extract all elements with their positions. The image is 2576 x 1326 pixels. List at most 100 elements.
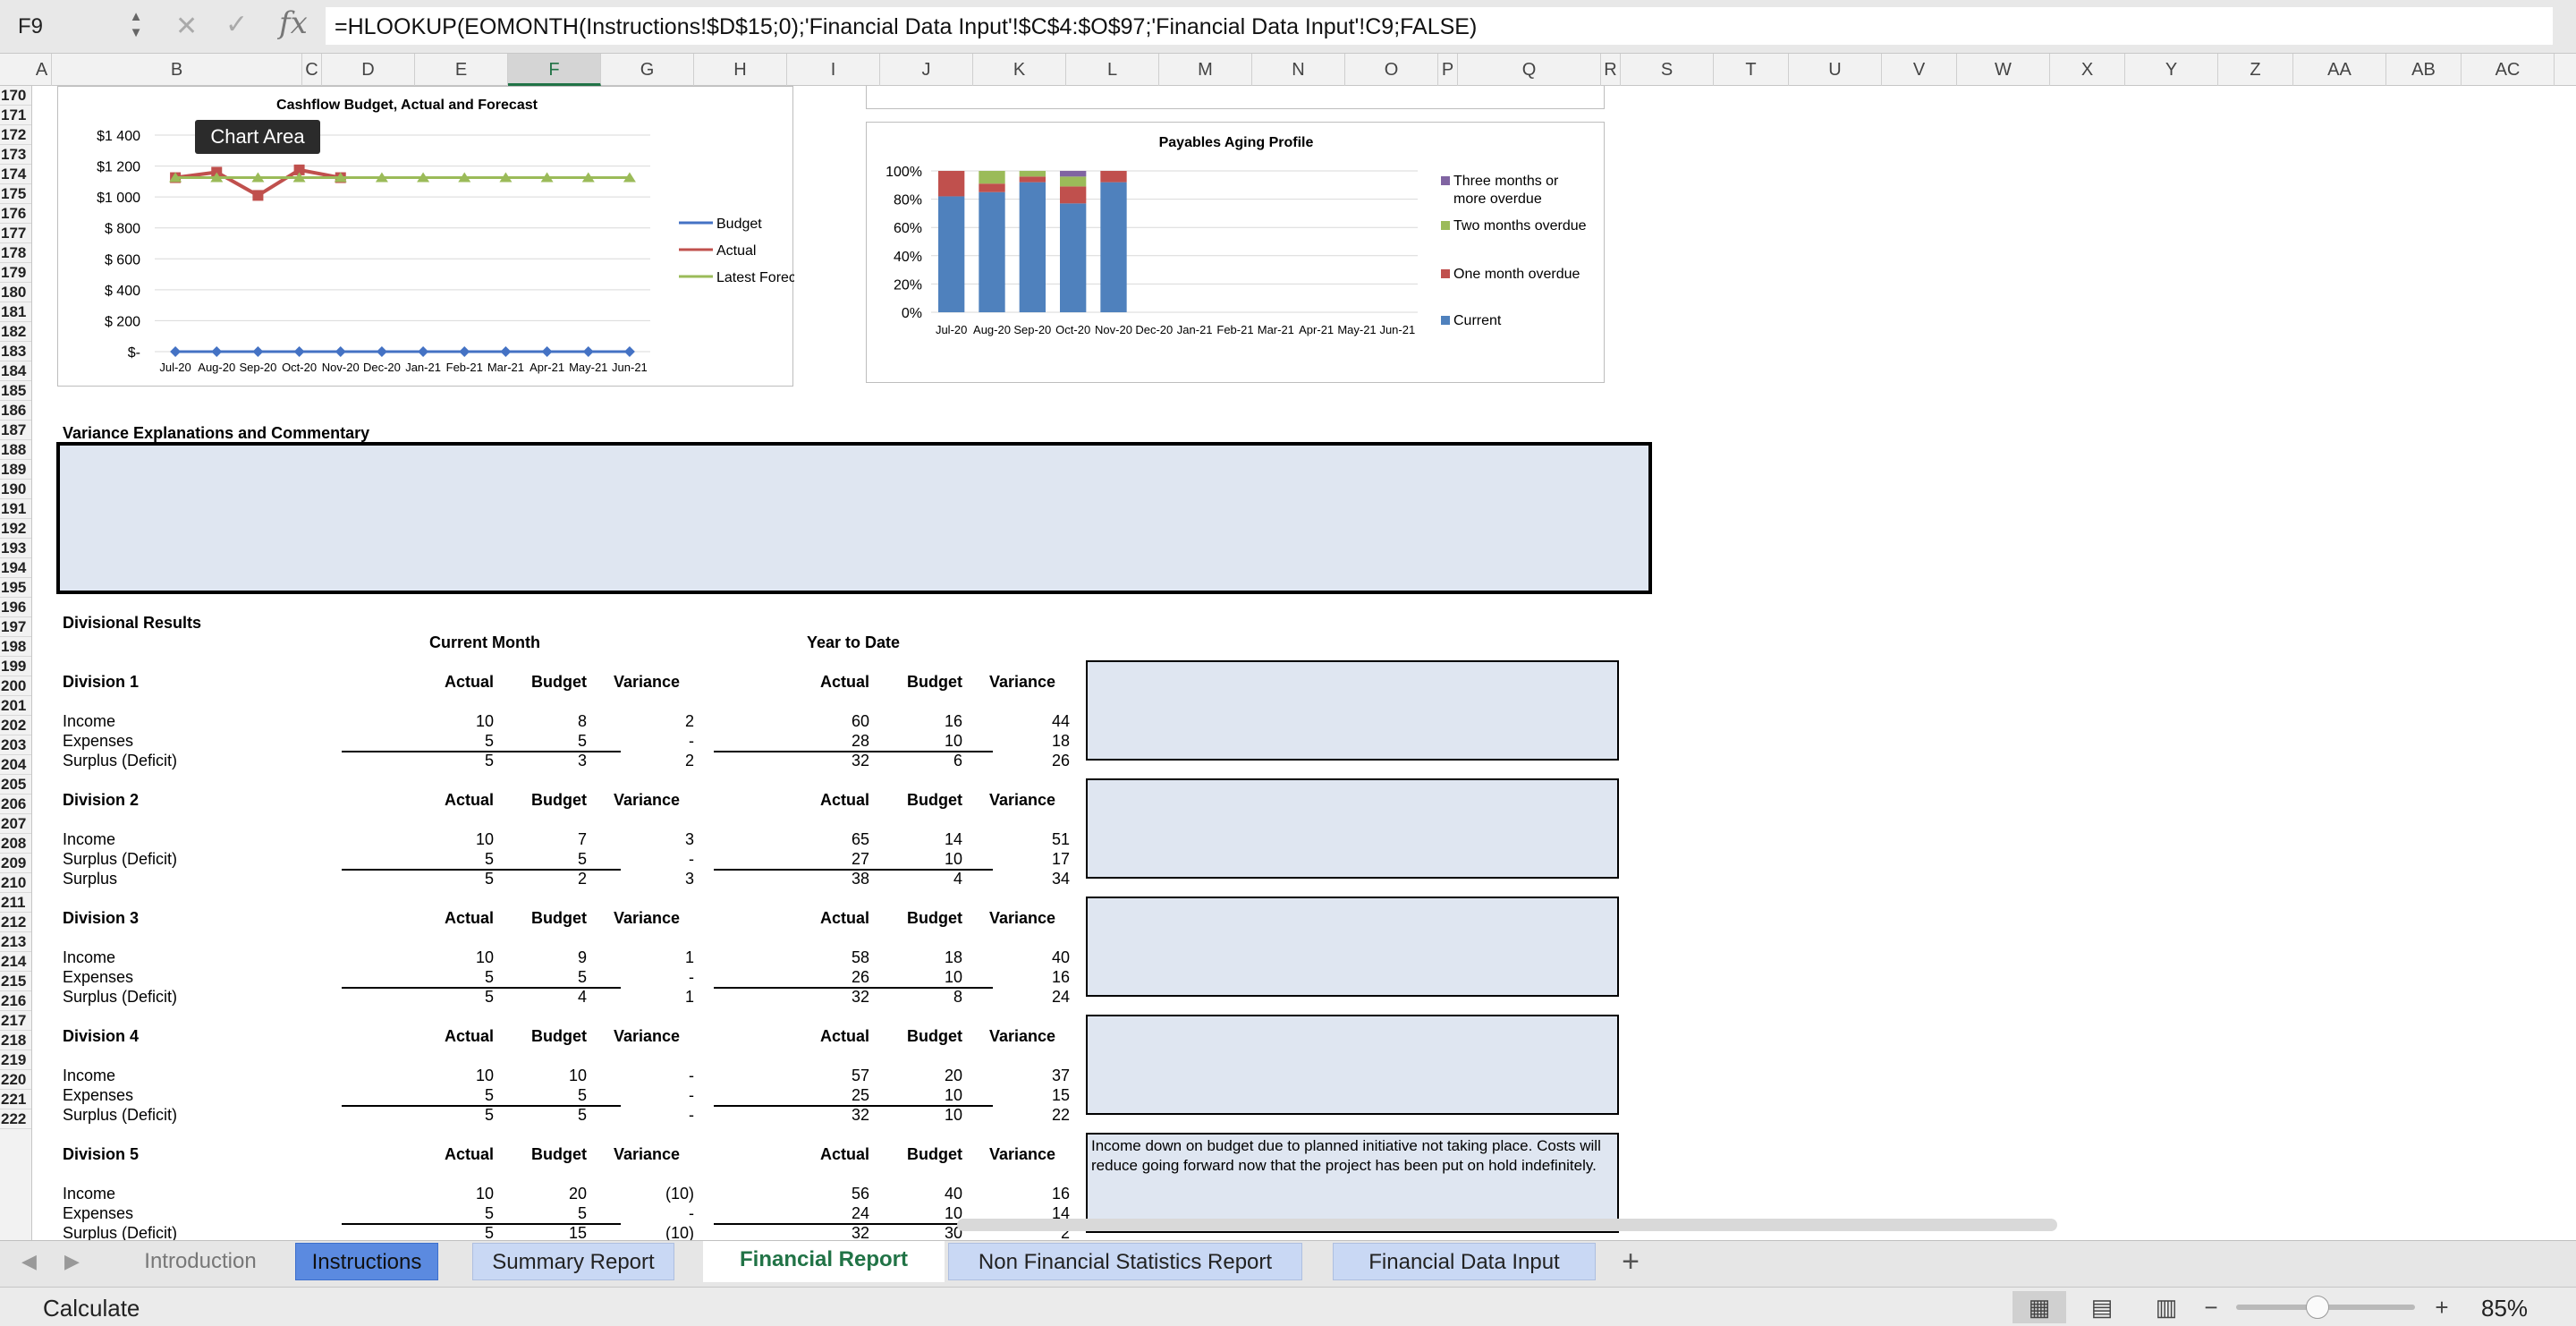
row-header[interactable]: 222 (0, 1109, 31, 1129)
cm-value[interactable]: 5 (394, 850, 494, 869)
row-header[interactable]: 176 (0, 204, 31, 224)
cm-value[interactable]: 7 (487, 830, 587, 849)
ytd-value[interactable]: 30 (862, 1224, 962, 1240)
worksheet-grid[interactable]: Cashflow Budget, Actual and Forecast $1 … (32, 86, 2576, 1240)
column-header-o[interactable]: O (1345, 54, 1438, 86)
ytd-value[interactable]: 38 (769, 870, 869, 888)
cm-value[interactable]: - (580, 850, 694, 869)
cm-value[interactable]: 1 (580, 988, 694, 1007)
ytd-value[interactable]: 60 (769, 712, 869, 731)
row-header[interactable]: 173 (0, 145, 31, 165)
row-header[interactable]: 186 (0, 401, 31, 421)
column-header-s[interactable]: S (1621, 54, 1714, 86)
ytd-value[interactable]: 58 (769, 948, 869, 967)
cm-value[interactable]: (10) (580, 1185, 694, 1203)
row-header[interactable]: 200 (0, 676, 31, 696)
cm-value[interactable]: - (580, 732, 694, 751)
formula-input[interactable]: =HLOOKUP(EOMONTH(Instructions!$D$15;0);'… (326, 7, 2553, 45)
column-header-j[interactable]: J (880, 54, 973, 86)
ytd-value[interactable]: 51 (955, 830, 1070, 849)
row-header[interactable]: 202 (0, 716, 31, 735)
cm-value[interactable]: 5 (394, 870, 494, 888)
column-header-u[interactable]: U (1789, 54, 1882, 86)
row-header[interactable]: 170 (0, 86, 31, 106)
cm-value[interactable]: 5 (487, 968, 587, 987)
cm-value[interactable]: 5 (487, 1086, 587, 1105)
column-header-q[interactable]: Q (1458, 54, 1601, 86)
ytd-value[interactable]: 25 (769, 1086, 869, 1105)
column-header-x[interactable]: X (2050, 54, 2125, 86)
ytd-value[interactable]: 37 (955, 1067, 1070, 1085)
ytd-value[interactable]: 20 (862, 1067, 962, 1085)
ytd-value[interactable]: 17 (955, 850, 1070, 869)
horizontal-scrollbar[interactable] (957, 1219, 2057, 1231)
cancel-icon[interactable]: ✕ (175, 11, 198, 42)
ytd-value[interactable]: 10 (862, 1086, 962, 1105)
calculate-status[interactable]: Calculate (43, 1295, 140, 1322)
column-header-k[interactable]: K (973, 54, 1066, 86)
row-header[interactable]: 178 (0, 243, 31, 263)
row-header[interactable]: 181 (0, 302, 31, 322)
zoom-slider-knob[interactable] (2306, 1296, 2329, 1319)
cm-value[interactable]: 20 (487, 1185, 587, 1203)
next-sheet-icon[interactable]: ▶ (64, 1250, 80, 1273)
column-header-b[interactable]: B (52, 54, 302, 86)
page-break-view-icon[interactable]: ▥ (2140, 1291, 2193, 1323)
prev-sheet-icon[interactable]: ◀ (21, 1250, 37, 1273)
row-header[interactable]: 217 (0, 1011, 31, 1031)
cm-value[interactable]: 10 (487, 1067, 587, 1085)
cm-value[interactable]: 1 (580, 948, 694, 967)
row-header[interactable]: 172 (0, 125, 31, 145)
column-header-w[interactable]: W (1957, 54, 2050, 86)
payables-chart[interactable]: Payables Aging Profile 100% 80% 60% 40% 20% 0… (866, 122, 1605, 383)
ytd-value[interactable]: 57 (769, 1067, 869, 1085)
sheet-tab-instructions[interactable]: Instructions (295, 1243, 438, 1280)
row-header[interactable]: 171 (0, 106, 31, 125)
variance-commentary-box[interactable] (56, 442, 1652, 594)
row-header[interactable]: 179 (0, 263, 31, 283)
ytd-value[interactable]: 16 (862, 712, 962, 731)
row-header[interactable]: 183 (0, 342, 31, 361)
sheet-tab-financial-report[interactable]: Financial Report (703, 1241, 945, 1282)
zoom-out-icon[interactable]: − (2195, 1291, 2227, 1323)
row-header[interactable]: 214 (0, 952, 31, 972)
normal-view-icon[interactable]: ▦ (2012, 1291, 2066, 1323)
cm-value[interactable]: 2 (487, 870, 587, 888)
row-header[interactable]: 204 (0, 755, 31, 775)
row-header[interactable]: 206 (0, 795, 31, 814)
row-header[interactable]: 216 (0, 991, 31, 1011)
row-header[interactable]: 210 (0, 873, 31, 893)
cm-value[interactable]: 3 (580, 870, 694, 888)
row-header[interactable]: 199 (0, 657, 31, 676)
ytd-value[interactable]: 56 (769, 1185, 869, 1203)
column-header-r[interactable]: R (1601, 54, 1621, 86)
ytd-value[interactable]: 32 (769, 988, 869, 1007)
row-header[interactable]: 180 (0, 283, 31, 302)
ytd-value[interactable]: 65 (769, 830, 869, 849)
sheet-tab-non-financial-statistics-report[interactable]: Non Financial Statistics Report (948, 1243, 1302, 1280)
ytd-value[interactable]: 44 (955, 712, 1070, 731)
cm-value[interactable]: 5 (487, 850, 587, 869)
cm-value[interactable]: 10 (394, 1067, 494, 1085)
row-header[interactable]: 197 (0, 617, 31, 637)
cm-value[interactable]: 5 (394, 1204, 494, 1223)
column-header-h[interactable]: H (694, 54, 787, 86)
ytd-value[interactable]: 10 (862, 1106, 962, 1125)
cm-value[interactable]: 5 (394, 988, 494, 1007)
column-header-c[interactable]: C (302, 54, 322, 86)
row-header[interactable]: 188 (0, 440, 31, 460)
zoom-in-icon[interactable]: + (2426, 1291, 2458, 1323)
column-header-aa[interactable]: AA (2293, 54, 2386, 86)
sheet-tab-financial-data-input[interactable]: Financial Data Input (1333, 1243, 1596, 1280)
column-header-l[interactable]: L (1066, 54, 1159, 86)
ytd-value[interactable]: 40 (862, 1185, 962, 1203)
ytd-value[interactable]: 32 (769, 1106, 869, 1125)
ytd-value[interactable]: 24 (769, 1204, 869, 1223)
row-header[interactable]: 194 (0, 558, 31, 578)
cm-value[interactable]: 2 (580, 752, 694, 770)
row-header[interactable]: 187 (0, 421, 31, 440)
cm-value[interactable]: - (580, 968, 694, 987)
row-header[interactable]: 174 (0, 165, 31, 184)
column-header-p[interactable]: P (1438, 54, 1458, 86)
cm-value[interactable]: - (580, 1067, 694, 1085)
